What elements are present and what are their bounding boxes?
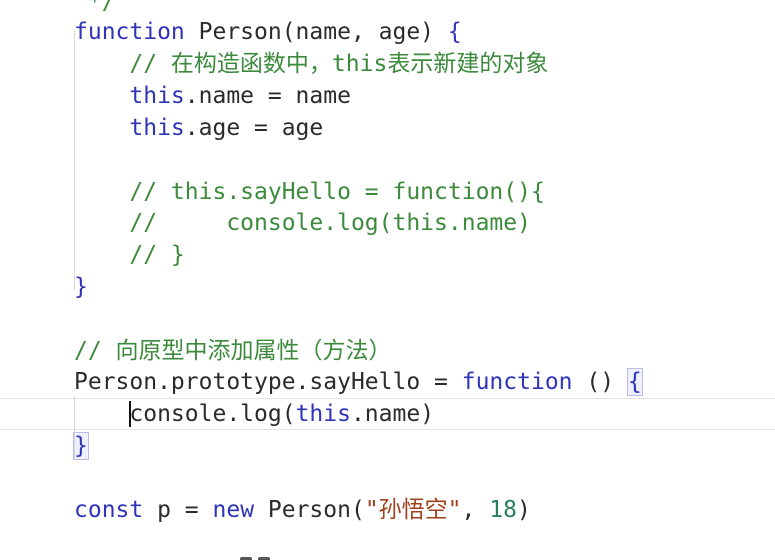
code-line[interactable]: // } [0,239,775,271]
code-line[interactable]: function Person(name, age) { [0,16,775,48]
code-token: p = [143,497,213,523]
code-text: // this.sayHello = function(){ [74,176,545,208]
code-line[interactable]: this.age = age [0,112,775,144]
code-token: , [461,497,490,523]
comment-token: // } [74,242,185,268]
code-line[interactable] [0,303,775,335]
text-cursor [129,400,132,427]
code-token: console.log( [129,401,296,427]
comment-token: // 在构造函数中，this表示新建的对象 [74,51,549,77]
code-token: .age = age [184,115,324,141]
keyword-token: function [74,19,185,45]
code-token: Person.prototype.sayHello = [74,369,462,395]
partially-visible-line [240,552,272,560]
string-token: "孙悟空" [364,497,462,523]
bracket-token: } [74,274,88,300]
code-line[interactable]: // this.sayHello = function(){ [0,176,775,208]
code-token: .name = name [184,83,351,109]
code-line[interactable]: } [0,430,775,462]
current-code-line[interactable]: console.log(this.name) [0,398,775,430]
code-text: // 在构造函数中，this表示新建的对象 [74,48,548,80]
code-line[interactable]: // console.log(this.name) [0,207,775,239]
code-line[interactable]: // 在构造函数中，this表示新建的对象 [0,48,775,80]
code-line[interactable]: // 向原型中添加属性（方法） [0,335,775,367]
comment-token: */ [74,0,116,15]
keyword-token: new [212,497,255,523]
number-token: 18 [489,497,517,523]
code-token: Person( [254,497,365,523]
keyword-token: this [295,401,351,427]
code-line[interactable]: Person.prototype.sayHello = function () … [0,366,775,398]
code-text: const p = new Person("孙悟空", 18) [74,494,531,526]
keyword-token: this [74,83,185,109]
keyword-token: const [74,497,144,523]
code-token: () [572,369,628,395]
code-editor[interactable]: */function Person(name, age) { // 在构造函数中… [0,0,775,560]
code-line[interactable] [0,144,775,176]
code-text: this.age = age [74,112,323,144]
code-text: } [73,430,89,462]
comment-token: // this.sayHello = function(){ [74,179,545,205]
code-line[interactable]: const p = new Person("孙悟空", 18) [0,494,775,526]
indent-guide [74,30,75,290]
keyword-token: function [461,369,573,395]
comment-token: // 向原型中添加属性（方法） [74,338,392,364]
code-text: // console.log(this.name) [74,207,531,239]
code-line[interactable] [0,462,775,494]
code-text: this.name = name [74,80,351,112]
keyword-token: this [74,115,185,141]
bracket-token: { [447,19,462,45]
code-line[interactable]: this.name = name [0,80,775,112]
comment-token: // console.log(this.name) [74,210,531,236]
code-text: function Person(name, age) { [74,16,462,48]
code-text: // 向原型中添加属性（方法） [74,335,392,367]
code-token: ) [516,497,531,523]
indent-guide [74,396,75,460]
matched-bracket: { [626,368,643,396]
matched-bracket: } [73,432,89,460]
code-text: } [74,271,88,303]
code-text: Person.prototype.sayHello = function () … [74,366,643,398]
code-token: Person(name, age) [184,19,448,45]
code-text: console.log(this.name) [74,399,434,429]
code-text: // } [74,239,185,271]
code-line[interactable]: } [0,271,775,303]
code-token: .name) [350,401,435,427]
